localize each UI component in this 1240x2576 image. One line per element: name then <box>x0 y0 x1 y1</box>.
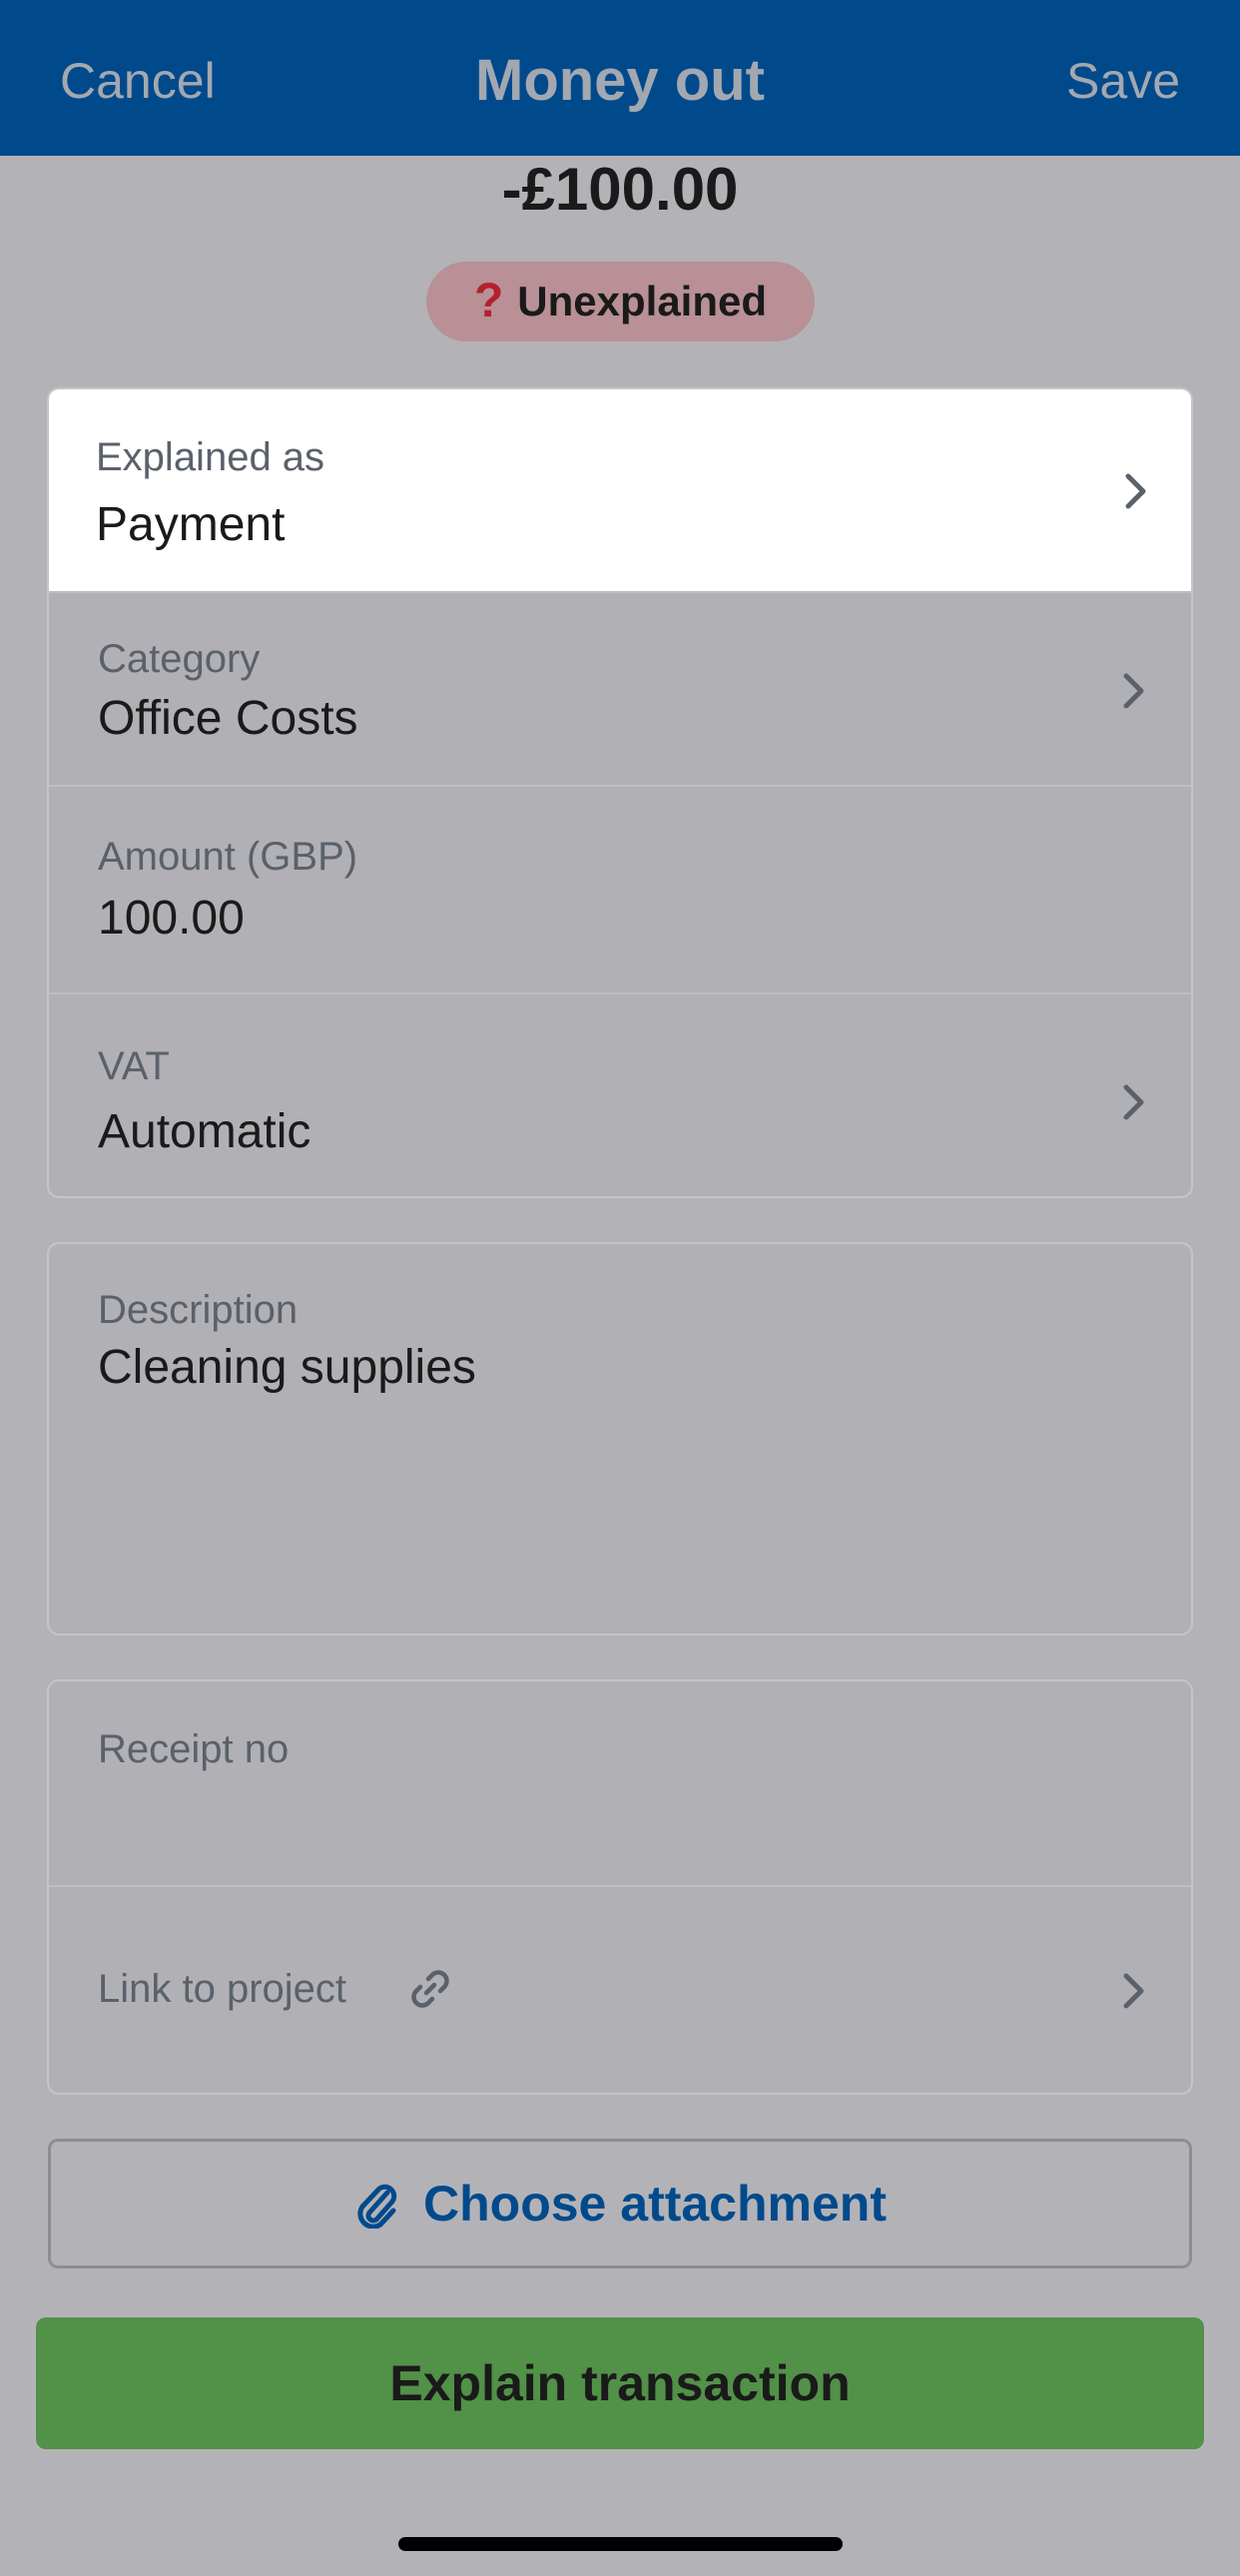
paperclip-icon <box>357 2184 397 2229</box>
explained-as-label: Explained as <box>96 435 325 479</box>
explain-transaction-button[interactable]: Explain transaction <box>36 2317 1204 2449</box>
navigation-bar: Cancel Money out Save <box>0 0 1240 156</box>
question-mark-icon: ? <box>473 275 504 327</box>
chevron-right-icon <box>1123 673 1144 709</box>
link-icon <box>411 1970 449 2008</box>
save-button[interactable]: Save <box>1066 56 1180 106</box>
description-card[interactable]: Description Cleaning supplies <box>47 1242 1193 1635</box>
chevron-right-icon <box>1125 473 1146 509</box>
status-badge: ? Unexplained <box>426 262 815 341</box>
choose-attachment-label: Choose attachment <box>423 2176 887 2232</box>
link-to-project-row[interactable]: Link to project <box>49 1887 1191 2093</box>
category-value: Office Costs <box>98 692 358 745</box>
category-label: Category <box>98 637 261 681</box>
transaction-amount: -£100.00 <box>501 156 739 223</box>
category-row[interactable]: Category Office Costs <box>49 591 1191 787</box>
transaction-details-card: Explained as Payment Category Office Cos… <box>47 387 1193 1198</box>
home-indicator[interactable] <box>398 2537 843 2551</box>
description-field[interactable]: Cleaning supplies <box>98 1344 476 1392</box>
receipt-no-row[interactable]: Receipt no <box>49 1681 1191 1887</box>
vat-value: Automatic <box>98 1105 311 1158</box>
status-badge-label: Unexplained <box>517 278 768 324</box>
explain-transaction-label: Explain transaction <box>389 2355 851 2411</box>
choose-attachment-button[interactable]: Choose attachment <box>48 2139 1192 2268</box>
chevron-right-icon <box>1123 1084 1144 1120</box>
explained-as-row[interactable]: Explained as Payment <box>49 389 1191 593</box>
page-title: Money out <box>475 48 765 113</box>
amount-field[interactable]: 100.00 <box>98 895 245 943</box>
vat-label: VAT <box>98 1044 170 1088</box>
amount-label: Amount (GBP) <box>98 835 358 879</box>
link-to-project-label: Link to project <box>98 1967 347 2011</box>
receipt-no-label: Receipt no <box>98 1727 290 1771</box>
amount-row[interactable]: Amount (GBP) 100.00 <box>49 787 1191 994</box>
description-label: Description <box>98 1288 299 1332</box>
chevron-right-icon <box>1123 1973 1144 2009</box>
receipt-project-card: Receipt no Link to project <box>47 1679 1193 2095</box>
explained-as-value: Payment <box>96 498 286 551</box>
vat-row[interactable]: VAT Automatic <box>49 994 1191 1196</box>
